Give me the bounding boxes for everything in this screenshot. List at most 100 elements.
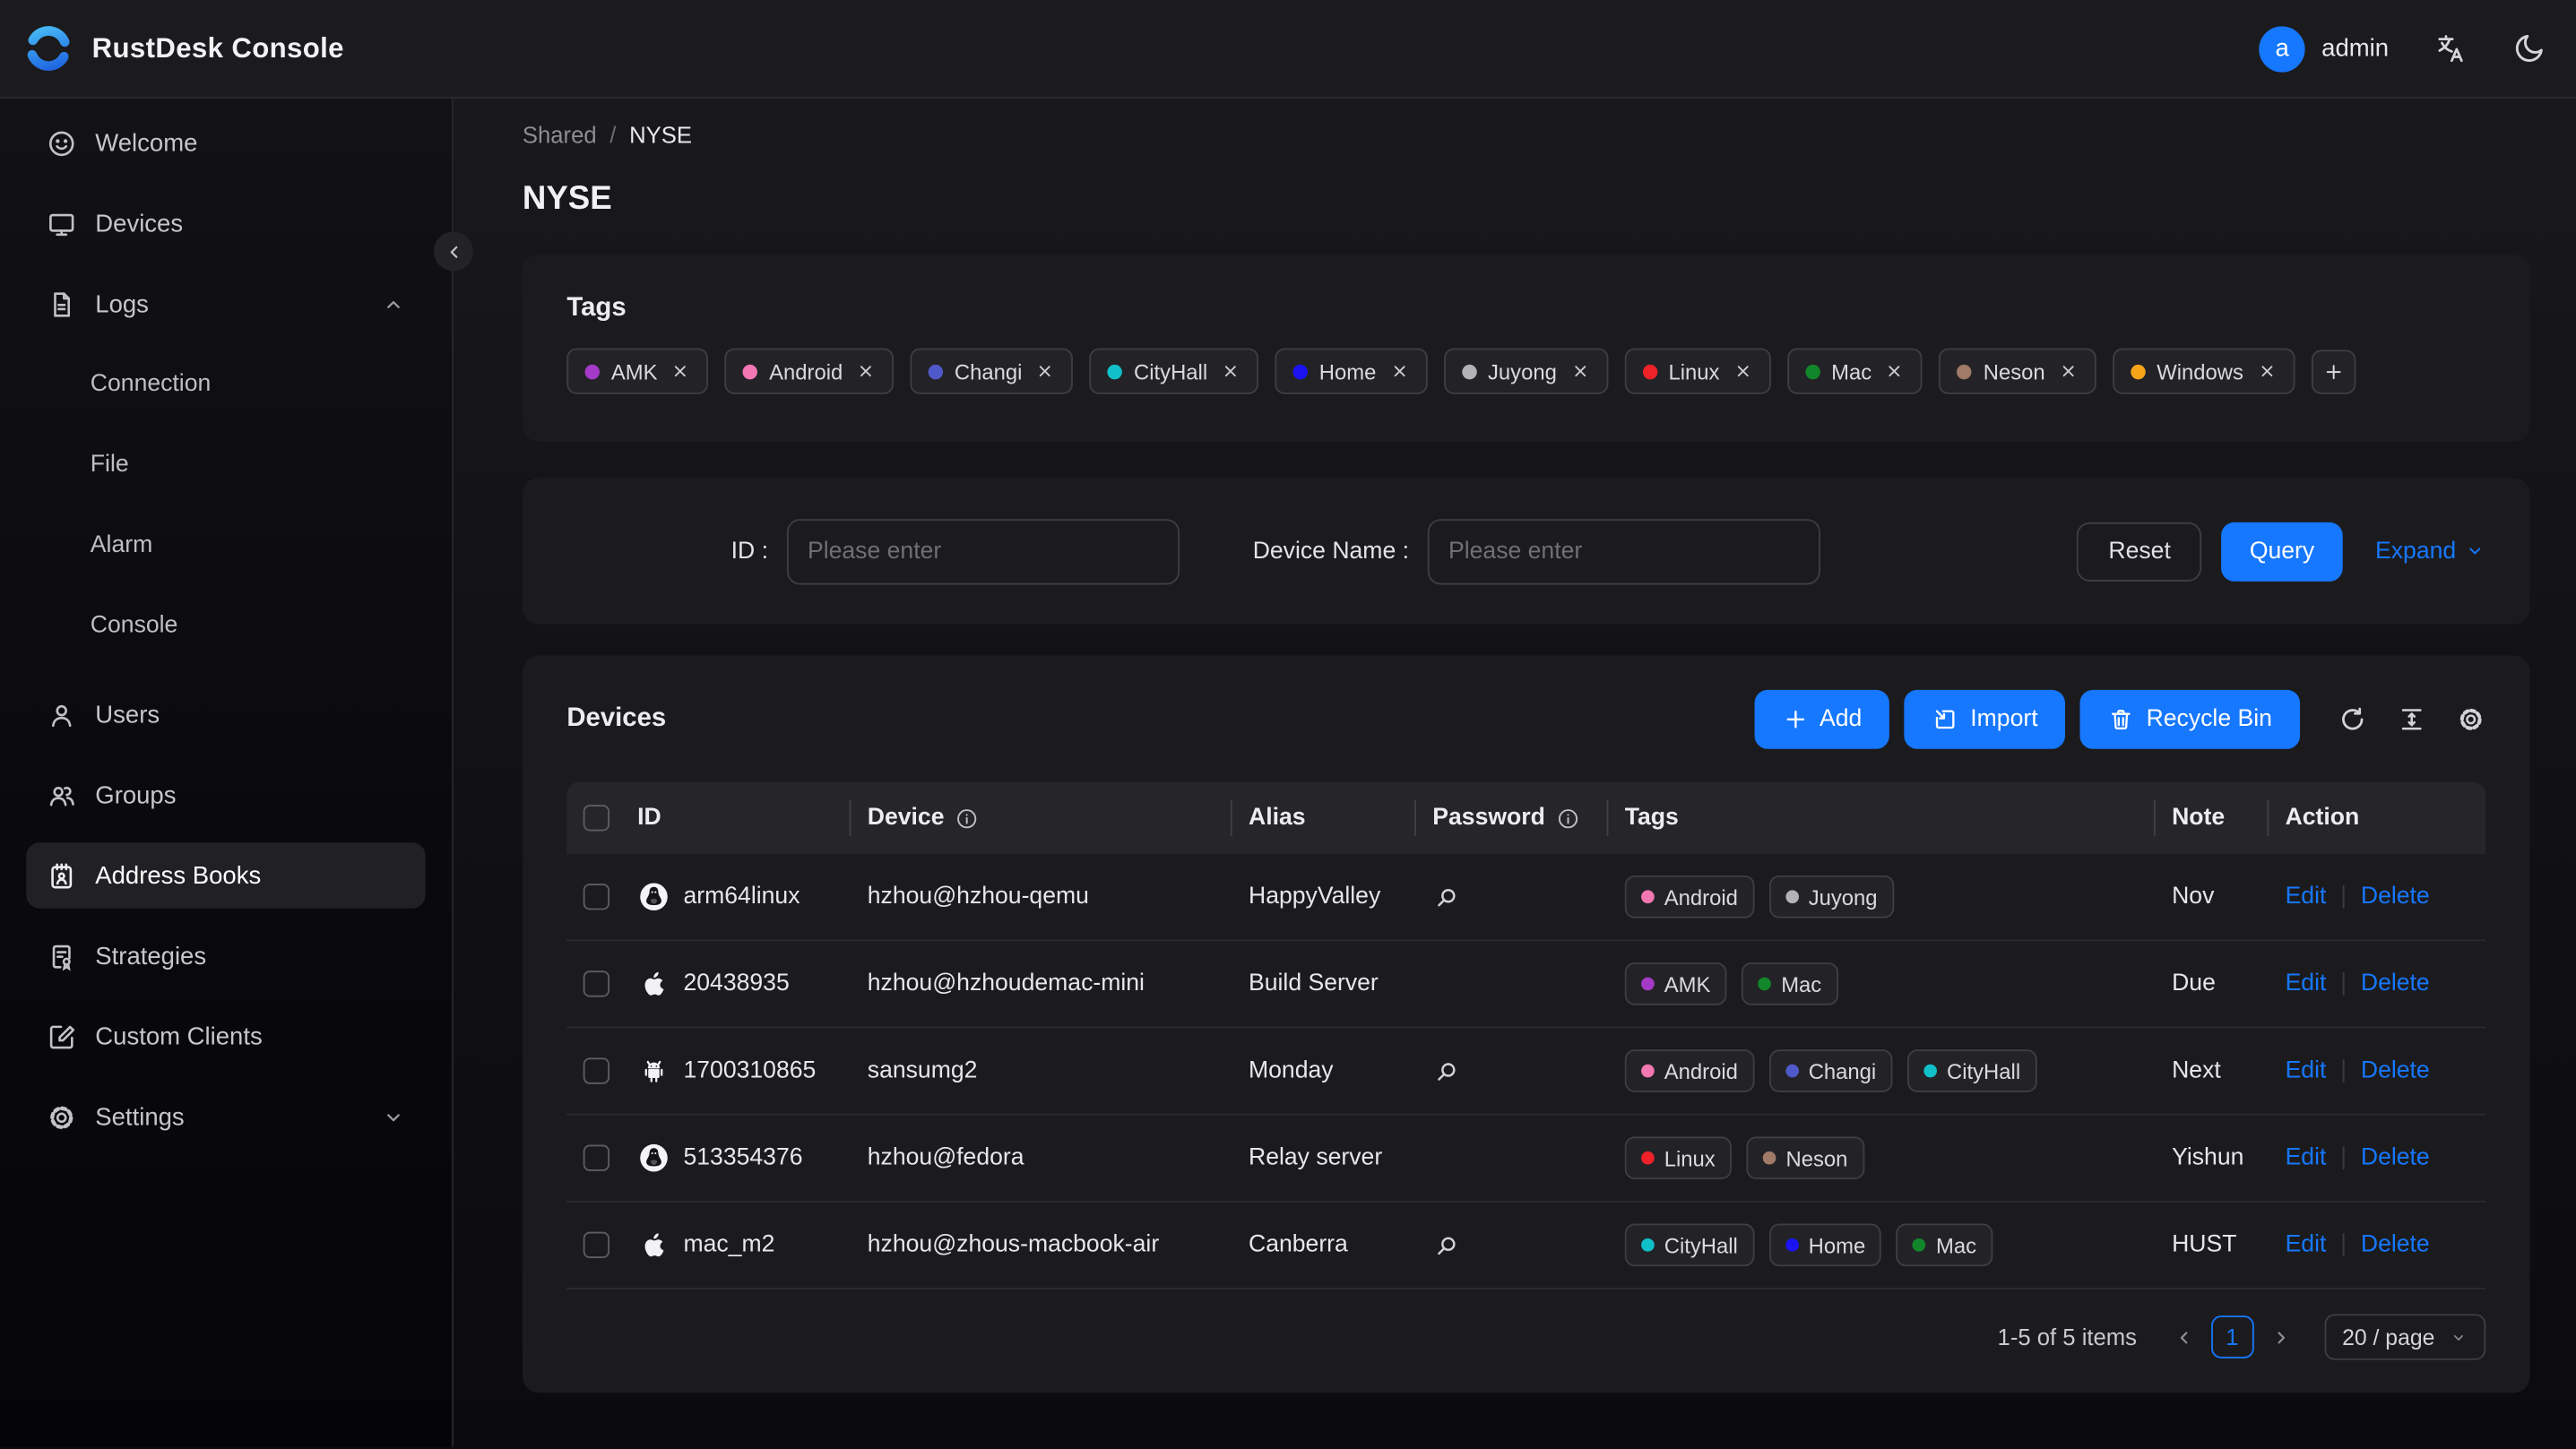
view-password-icon[interactable] — [1432, 1231, 1460, 1259]
delete-link[interactable]: Delete — [2361, 1145, 2430, 1171]
tag-chip-windows[interactable]: Windows — [2112, 348, 2295, 394]
sidebar-item-file[interactable]: File — [26, 432, 425, 497]
add-tag-button[interactable] — [2311, 349, 2356, 393]
edit-link[interactable]: Edit — [2286, 884, 2327, 910]
tag-chip-cityhall[interactable]: CityHall — [1089, 348, 1258, 394]
tag-chip-amk[interactable]: AMK — [566, 348, 709, 394]
sidebar-item-connection[interactable]: Connection — [26, 351, 425, 417]
view-password-icon[interactable] — [1432, 1057, 1460, 1084]
tag-chip-linux[interactable]: Linux — [1624, 348, 1771, 394]
delete-link[interactable]: Delete — [2361, 1232, 2430, 1258]
sidebar-item-label: Devices — [95, 209, 184, 237]
close-icon[interactable] — [2257, 361, 2277, 381]
tag-chip-juyong[interactable]: Juyong — [1443, 348, 1608, 394]
row-checkbox[interactable] — [583, 1144, 610, 1171]
close-icon[interactable] — [1389, 361, 1409, 381]
row-checkbox[interactable] — [583, 970, 610, 997]
row-height-icon[interactable] — [2397, 704, 2426, 734]
col-header-tags: Tags — [1608, 781, 2156, 854]
row-checkbox[interactable] — [583, 1231, 610, 1259]
close-icon[interactable] — [1885, 361, 1905, 381]
select-all-checkbox[interactable] — [583, 805, 610, 832]
edit-link[interactable]: Edit — [2286, 1057, 2327, 1083]
edit-link[interactable]: Edit — [2286, 1232, 2327, 1258]
sidebar-item-label: Connection — [90, 371, 212, 398]
info-icon[interactable] — [954, 806, 978, 830]
delete-link[interactable]: Delete — [2361, 970, 2430, 996]
device-name-filter-label: Device Name : — [1252, 538, 1410, 565]
sidebar-item-console[interactable]: Console — [26, 593, 425, 659]
sidebar-item-custom-clients[interactable]: Custom Clients — [26, 1004, 425, 1069]
translate-icon[interactable] — [2433, 31, 2468, 65]
next-page-icon[interactable] — [2270, 1326, 2292, 1348]
cell-id: mac_m2 — [637, 1229, 851, 1262]
cell-action: Edit Delete — [2269, 1232, 2485, 1258]
avatar[interactable]: a — [2259, 25, 2305, 72]
sidebar-item-settings[interactable]: Settings — [26, 1084, 425, 1150]
close-icon[interactable] — [856, 361, 876, 381]
file-text-icon — [46, 289, 77, 320]
sidebar-item-devices[interactable]: Devices — [26, 191, 425, 256]
user-name[interactable]: admin — [2321, 34, 2389, 62]
sidebar-item-strategies[interactable]: Strategies — [26, 923, 425, 988]
sidebar-item-groups[interactable]: Groups — [26, 762, 425, 827]
breadcrumb-parent[interactable]: Shared — [523, 122, 597, 148]
edit-link[interactable]: Edit — [2286, 970, 2327, 996]
cell-alias: Canberra — [1232, 1232, 1416, 1258]
tag-label: Juyong — [1808, 884, 1878, 910]
table-row: mac_m2 hzhou@zhous-macbook-air Canberra Cit… — [566, 1203, 2486, 1289]
tag-chip-android[interactable]: Android — [724, 348, 895, 394]
tag-label: Android — [769, 358, 843, 384]
note-text: Nov — [2172, 884, 2215, 910]
tag-chip-home[interactable]: Home — [1275, 348, 1428, 394]
tag-color-dot — [1641, 1064, 1655, 1078]
page-number-button[interactable]: 1 — [2210, 1315, 2254, 1358]
device-name-filter-input[interactable] — [1427, 518, 1820, 584]
close-icon[interactable] — [2058, 361, 2078, 381]
row-checkbox[interactable] — [583, 1057, 610, 1084]
delete-link[interactable]: Delete — [2361, 884, 2430, 910]
add-button[interactable]: Add — [1753, 689, 1890, 749]
info-icon[interactable] — [1555, 806, 1579, 830]
tag-chip-neson[interactable]: Neson — [1939, 348, 2096, 394]
sidebar-item-logs[interactable]: Logs — [26, 271, 425, 336]
expand-toggle[interactable]: Expand — [2375, 538, 2485, 565]
sidebar-item-welcome[interactable]: Welcome — [26, 110, 425, 176]
close-icon[interactable] — [1035, 361, 1055, 381]
cell-alias: Relay server — [1232, 1145, 1416, 1171]
pagination-summary: 1-5 of 5 items — [1997, 1324, 2138, 1350]
cell-note: Next — [2156, 1057, 2269, 1083]
tag-chip-cityhall: CityHall — [1907, 1049, 2037, 1092]
page-size-select[interactable]: 20 / page — [2323, 1314, 2486, 1360]
sidebar-item-address-books[interactable]: Address Books — [26, 842, 426, 909]
tag-color-dot — [2130, 363, 2146, 379]
tag-label: Mac — [1936, 1232, 1977, 1258]
chevron-up-icon — [381, 291, 405, 315]
close-icon[interactable] — [1570, 361, 1590, 381]
view-password-icon[interactable] — [1432, 883, 1460, 910]
row-checkbox[interactable] — [583, 884, 610, 910]
tag-chip-mac[interactable]: Mac — [1786, 348, 1923, 394]
sidebar-item-users[interactable]: Users — [26, 682, 425, 747]
query-button[interactable]: Query — [2221, 521, 2343, 581]
close-icon[interactable] — [670, 361, 690, 381]
edit-link[interactable]: Edit — [2286, 1145, 2327, 1171]
cell-device: sansumg2 — [851, 1057, 1232, 1083]
prev-page-icon[interactable] — [2173, 1326, 2194, 1348]
close-icon[interactable] — [1221, 361, 1240, 381]
tag-chip-changi[interactable]: Changi — [910, 348, 1074, 394]
recycle-bin-button[interactable]: Recycle Bin — [2080, 689, 2301, 749]
tag-label: CityHall — [1947, 1058, 2021, 1083]
sidebar-collapse-button[interactable] — [433, 231, 473, 272]
table-settings-gear-icon[interactable] — [2456, 704, 2485, 734]
moon-icon[interactable] — [2512, 31, 2546, 65]
delete-link[interactable]: Delete — [2361, 1057, 2430, 1083]
id-filter-input[interactable] — [786, 518, 1180, 584]
reset-button[interactable]: Reset — [2077, 521, 2202, 581]
tag-label: Android — [1664, 884, 1738, 910]
import-button[interactable]: Import — [1904, 689, 2066, 749]
refresh-icon[interactable] — [2338, 704, 2367, 734]
close-icon[interactable] — [1733, 361, 1752, 381]
breadcrumb-separator: / — [609, 121, 617, 148]
sidebar-item-alarm[interactable]: Alarm — [26, 513, 425, 578]
